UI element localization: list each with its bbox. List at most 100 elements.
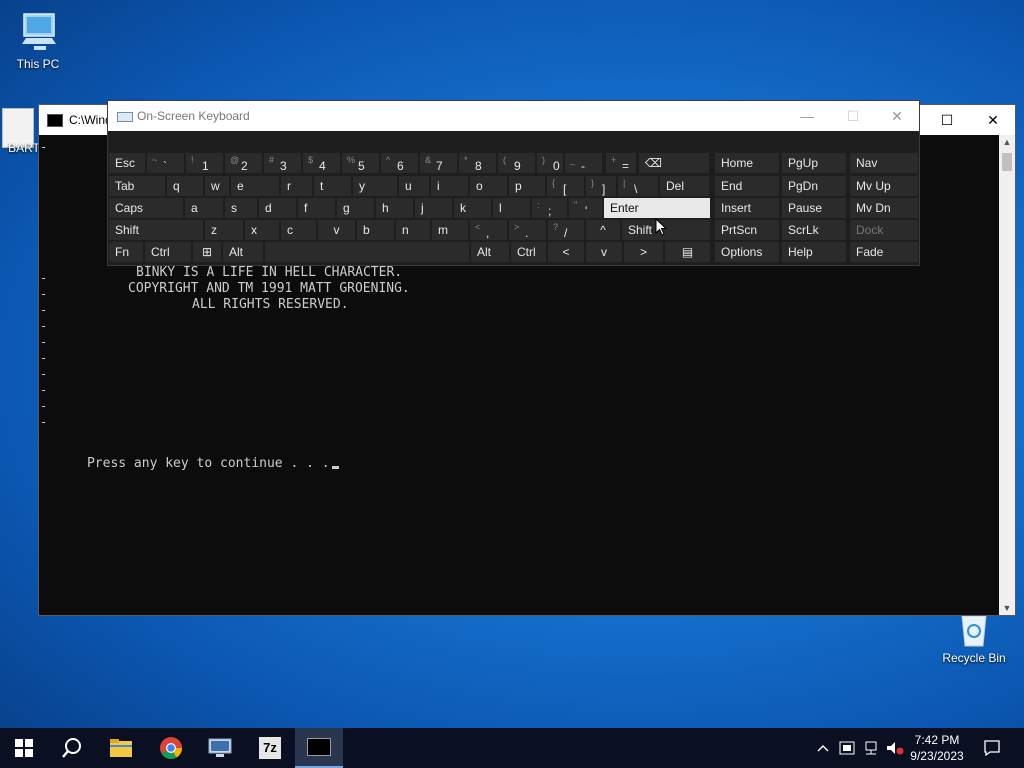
key-[[interactable]: {[ bbox=[547, 176, 584, 196]
key-5[interactable]: % 5 bbox=[342, 153, 379, 173]
key-9[interactable]: (9 bbox=[498, 153, 535, 173]
key-.[interactable]: >. bbox=[509, 220, 546, 240]
key-q[interactable]: q bbox=[167, 176, 203, 196]
key-4[interactable]: $4 bbox=[303, 153, 340, 173]
key-g[interactable]: g bbox=[337, 198, 374, 218]
key-fn[interactable]: Fn bbox=[109, 242, 143, 262]
key-8[interactable]: * 8 bbox=[459, 153, 496, 173]
key-nav[interactable]: Nav bbox=[850, 153, 918, 173]
key-mv-dn[interactable]: Mv Dn bbox=[850, 198, 918, 218]
scroll-thumb[interactable] bbox=[1002, 153, 1012, 171]
key-x[interactable]: x bbox=[245, 220, 279, 240]
key-esc[interactable]: Esc bbox=[109, 153, 145, 173]
key--[interactable]: _ - bbox=[565, 153, 602, 173]
scroll-down-arrow[interactable]: ▼ bbox=[999, 601, 1015, 615]
start-button[interactable] bbox=[0, 728, 48, 768]
key-,[interactable]: <, bbox=[470, 220, 507, 240]
key-d[interactable]: d bbox=[259, 198, 296, 218]
show-hidden-icons[interactable] bbox=[812, 728, 834, 768]
key-w[interactable]: w bbox=[205, 176, 229, 196]
network-tray-icon[interactable] bbox=[860, 728, 882, 768]
key-ctrl-right[interactable]: Ctrl bbox=[511, 242, 546, 262]
osk-close-button[interactable]: ✕ bbox=[874, 101, 920, 131]
key-options[interactable]: Options bbox=[715, 242, 779, 262]
vertical-scrollbar[interactable]: ▲ ▼ bbox=[999, 135, 1015, 615]
key-dock[interactable]: Dock bbox=[850, 220, 918, 240]
key-y[interactable]: y bbox=[353, 176, 397, 196]
key-prtscn[interactable]: PrtScn bbox=[715, 220, 779, 240]
key-m[interactable]: m bbox=[432, 220, 468, 240]
key-c[interactable]: c bbox=[281, 220, 316, 240]
file-explorer-button[interactable] bbox=[97, 728, 145, 768]
key-enter[interactable]: Enter bbox=[604, 198, 710, 218]
key-e[interactable]: e bbox=[231, 176, 279, 196]
key-scrlk[interactable]: ScrLk bbox=[782, 220, 846, 240]
key-a[interactable]: a bbox=[185, 198, 223, 218]
key-k[interactable]: k bbox=[454, 198, 491, 218]
key-/[interactable]: ? / bbox=[548, 220, 584, 240]
key-j[interactable]: j bbox=[415, 198, 452, 218]
key-][interactable]: }] bbox=[586, 176, 616, 196]
key-h[interactable]: h bbox=[376, 198, 413, 218]
key-6[interactable]: ^ 6 bbox=[381, 153, 418, 173]
key-i[interactable]: i bbox=[431, 176, 468, 196]
key-caps[interactable]: Caps bbox=[109, 198, 183, 218]
osk-minimize-button[interactable]: — bbox=[784, 101, 830, 131]
7zip-button[interactable]: 7z bbox=[246, 728, 294, 768]
key-p[interactable]: p bbox=[509, 176, 545, 196]
key-u[interactable]: u bbox=[399, 176, 429, 196]
key-shift[interactable]: Shift bbox=[109, 220, 203, 240]
scroll-up-arrow[interactable]: ▲ bbox=[999, 135, 1015, 149]
key-f[interactable]: f bbox=[298, 198, 335, 218]
key-v[interactable]: v bbox=[318, 220, 355, 240]
key-s[interactable]: s bbox=[225, 198, 257, 218]
key-windows[interactable]: ⊞ bbox=[193, 242, 221, 262]
osk-maximize-button[interactable]: ☐ bbox=[830, 101, 876, 131]
key-ctrl[interactable]: Ctrl bbox=[145, 242, 191, 262]
chrome-button[interactable] bbox=[147, 728, 195, 768]
console-taskbar-button[interactable] bbox=[295, 728, 343, 768]
key-del[interactable]: Del bbox=[660, 176, 709, 196]
key-insert[interactable]: Insert bbox=[715, 198, 779, 218]
key-7[interactable]: & 7 bbox=[420, 153, 457, 173]
key-backspace[interactable]: ⌫ bbox=[639, 153, 709, 173]
key-menu[interactable]: ▤ bbox=[665, 242, 710, 262]
key-fade[interactable]: Fade bbox=[850, 242, 918, 262]
close-button[interactable]: ✕ bbox=[970, 105, 1016, 135]
search-button[interactable] bbox=[48, 728, 96, 768]
security-tray-icon[interactable] bbox=[836, 728, 858, 768]
key-alt[interactable]: Alt bbox=[223, 242, 263, 262]
key-0[interactable]: ) 0 bbox=[537, 153, 563, 173]
key-\[interactable]: | \ bbox=[618, 176, 658, 196]
key-`[interactable]: ~ ` bbox=[147, 153, 184, 173]
key-tab[interactable]: Tab bbox=[109, 176, 165, 196]
key-end[interactable]: End bbox=[715, 176, 779, 196]
osk-titlebar[interactable]: On-Screen Keyboard — ☐ ✕ bbox=[108, 101, 919, 131]
key-r[interactable]: r bbox=[281, 176, 312, 196]
maximize-button[interactable]: ☐ bbox=[924, 105, 970, 135]
key-z[interactable]: z bbox=[205, 220, 243, 240]
key-arrow-down[interactable]: v bbox=[586, 242, 622, 262]
key-alt-right[interactable]: Alt bbox=[471, 242, 509, 262]
key-n[interactable]: n bbox=[396, 220, 430, 240]
key-pgdn[interactable]: PgDn bbox=[782, 176, 846, 196]
key-'[interactable]: " ' bbox=[569, 198, 602, 218]
key-mv-up[interactable]: Mv Up bbox=[850, 176, 918, 196]
key-3[interactable]: #3 bbox=[264, 153, 301, 173]
key-arrow-left[interactable]: < bbox=[548, 242, 584, 262]
key-^[interactable]: ^ bbox=[586, 220, 620, 240]
key-pgup[interactable]: PgUp bbox=[782, 153, 846, 173]
key-l[interactable]: l bbox=[493, 198, 530, 218]
key-home[interactable]: Home bbox=[715, 153, 779, 173]
key-space[interactable] bbox=[265, 242, 469, 262]
on-screen-keyboard[interactable]: On-Screen Keyboard — ☐ ✕ Esc ~ `! 1 @2 #3 $4% 5… bbox=[107, 100, 920, 266]
key-;[interactable]: :; bbox=[532, 198, 567, 218]
key-1[interactable]: ! 1 bbox=[186, 153, 223, 173]
key-help[interactable]: Help bbox=[782, 242, 846, 262]
clock[interactable]: 7:42 PM 9/23/2023 bbox=[902, 732, 972, 764]
key-=[interactable]: + = bbox=[606, 153, 636, 173]
desktop-icon-recycle-bin[interactable]: Recycle Bin bbox=[936, 612, 1012, 665]
desktop-icon-this-pc[interactable]: This PC bbox=[0, 10, 76, 71]
key-arrow-right[interactable]: > bbox=[624, 242, 663, 262]
network-app-button[interactable] bbox=[196, 728, 244, 768]
